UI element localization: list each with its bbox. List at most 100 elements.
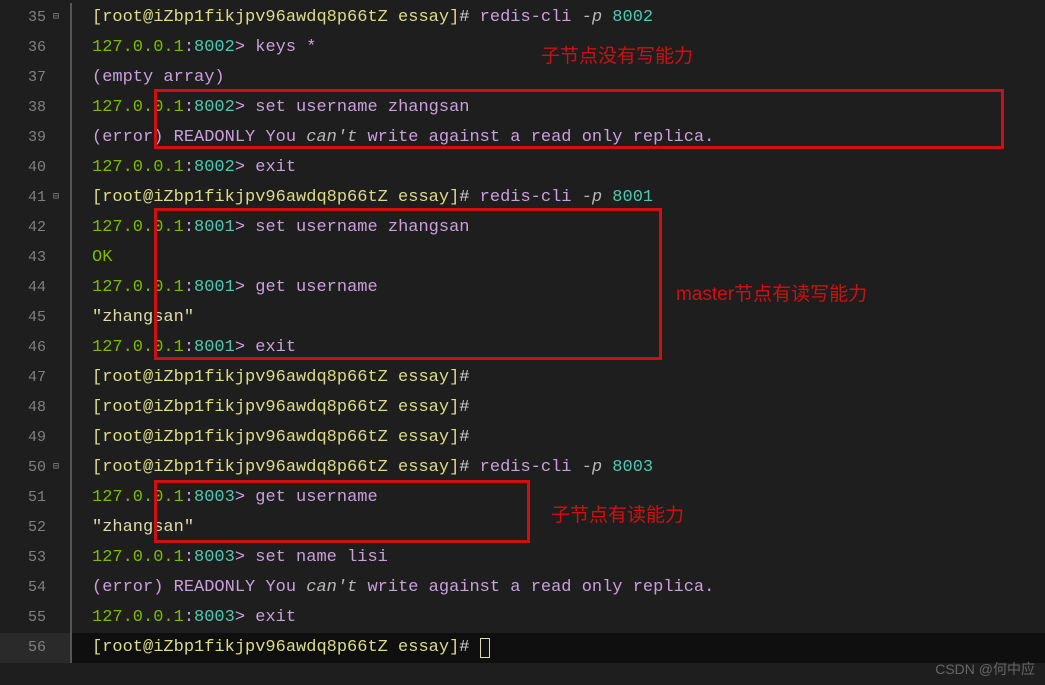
code-line[interactable]: 127.0.0.1:8003> get username — [70, 483, 1045, 513]
token-flag: -p — [582, 3, 602, 33]
token-text: set username zhangsan — [255, 213, 469, 243]
token-prompt-port: 8003 — [194, 603, 235, 633]
token-hash: # — [459, 393, 469, 423]
code-line[interactable]: "zhangsan" — [70, 513, 1045, 543]
token-ip: 127.0.0.1 — [92, 33, 184, 63]
token-bracket: ] — [449, 453, 459, 483]
line-number: 38⊟ — [0, 93, 70, 123]
line-number: 51⊟ — [0, 483, 70, 513]
code-line[interactable]: 127.0.0.1:8001> exit — [70, 333, 1045, 363]
token-bracket: [ — [92, 393, 102, 423]
code-line[interactable]: [root@iZbp1fikjpv96awdq8p66tZ essay]# re… — [70, 453, 1045, 483]
token-bracket: [ — [92, 3, 102, 33]
token-bracket: [ — [92, 183, 102, 213]
code-line[interactable]: 127.0.0.1:8003> set name lisi — [70, 543, 1045, 573]
code-line[interactable]: [root@iZbp1fikjpv96awdq8p66tZ essay]# — [70, 363, 1045, 393]
token-gt: > — [235, 273, 255, 303]
code-line[interactable]: 127.0.0.1:8001> set username zhangsan — [70, 213, 1045, 243]
token-gt: > — [235, 603, 255, 633]
line-number: 43⊟ — [0, 243, 70, 273]
token-root: root@iZbp1fikjpv96awdq8p66tZ essay — [102, 363, 449, 393]
token-bracket: [ — [92, 423, 102, 453]
token-text: get username — [255, 273, 377, 303]
token-gt: > — [235, 483, 255, 513]
line-number: 39⊟ — [0, 123, 70, 153]
token-colon: : — [184, 483, 194, 513]
token-bracket: [ — [92, 633, 102, 663]
token-ip: 127.0.0.1 — [92, 273, 184, 303]
token-text: READONLY You — [174, 123, 307, 153]
token-text: exit — [255, 333, 296, 363]
fold-icon[interactable]: ⊟ — [50, 462, 62, 474]
token-flag: -p — [582, 453, 602, 483]
token-text: set name lisi — [255, 543, 388, 573]
token-ip: 127.0.0.1 — [92, 333, 184, 363]
token-bracket: [ — [92, 363, 102, 393]
token-bracket: [ — [92, 453, 102, 483]
token-root: root@iZbp1fikjpv96awdq8p66tZ essay — [102, 3, 449, 33]
line-number: 55⊟ — [0, 603, 70, 633]
token-paren: ( — [92, 63, 102, 93]
code-area[interactable]: 子节点没有写能力master节点有读写能力子节点有读能力 [root@iZbp1… — [70, 0, 1045, 685]
token-colon: : — [184, 33, 194, 63]
token-gt: > — [235, 333, 255, 363]
code-line[interactable]: 127.0.0.1:8002> set username zhangsan — [70, 93, 1045, 123]
line-number: 47⊟ — [0, 363, 70, 393]
token-cant: can't — [306, 123, 357, 153]
fold-icon[interactable]: ⊟ — [50, 192, 62, 204]
line-number: 53⊟ — [0, 543, 70, 573]
token-text: get username — [255, 483, 377, 513]
code-line[interactable]: 127.0.0.1:8002> keys * — [70, 33, 1045, 63]
line-number: 49⊟ — [0, 423, 70, 453]
token-hash: # — [459, 3, 479, 33]
token-ip: 127.0.0.1 — [92, 93, 184, 123]
line-number: 36⊟ — [0, 33, 70, 63]
line-number: 46⊟ — [0, 333, 70, 363]
code-line[interactable]: 127.0.0.1:8002> exit — [70, 153, 1045, 183]
token-prompt-port: 8002 — [194, 153, 235, 183]
token-text: write against a read only replica. — [357, 573, 714, 603]
token-colon: : — [184, 273, 194, 303]
token-bracket: ] — [449, 423, 459, 453]
token-port: 8001 — [602, 183, 653, 213]
token-hash: # — [459, 363, 469, 393]
token-prompt-port: 8001 — [194, 273, 235, 303]
token-paren: ) — [153, 123, 173, 153]
code-line[interactable]: [root@iZbp1fikjpv96awdq8p66tZ essay]# re… — [70, 183, 1045, 213]
code-line[interactable]: [root@iZbp1fikjpv96awdq8p66tZ essay]# — [70, 423, 1045, 453]
token-root: root@iZbp1fikjpv96awdq8p66tZ essay — [102, 453, 449, 483]
token-prompt-port: 8001 — [194, 333, 235, 363]
code-line[interactable]: 127.0.0.1:8001> get username — [70, 273, 1045, 303]
token-hash: # — [459, 183, 479, 213]
token-gt: > — [235, 213, 255, 243]
token-cmd: redis-cli — [480, 3, 582, 33]
token-port: 8002 — [602, 3, 653, 33]
code-line[interactable]: "zhangsan" — [70, 303, 1045, 333]
code-line[interactable]: 127.0.0.1:8003> exit — [70, 603, 1045, 633]
token-text: exit — [255, 603, 296, 633]
token-str: "zhangsan" — [92, 303, 194, 333]
line-number: 54⊟ — [0, 573, 70, 603]
token-root: root@iZbp1fikjpv96awdq8p66tZ essay — [102, 423, 449, 453]
code-line[interactable]: [root@iZbp1fikjpv96awdq8p66tZ essay]# re… — [70, 3, 1045, 33]
code-line[interactable]: [root@iZbp1fikjpv96awdq8p66tZ essay]# — [70, 393, 1045, 423]
token-colon: : — [184, 213, 194, 243]
code-line[interactable]: (error) READONLY You can't write against… — [70, 573, 1045, 603]
token-prompt-port: 8002 — [194, 93, 235, 123]
watermark: CSDN @何中应 — [935, 657, 1035, 682]
line-number: 40⊟ — [0, 153, 70, 183]
code-line[interactable]: OK — [70, 243, 1045, 273]
code-line[interactable]: (error) READONLY You can't write against… — [70, 123, 1045, 153]
line-number: 35⊟ — [0, 3, 70, 33]
line-number: 41⊟ — [0, 183, 70, 213]
code-line[interactable]: (empty array) — [70, 63, 1045, 93]
token-ip: 127.0.0.1 — [92, 153, 184, 183]
code-line[interactable]: [root@iZbp1fikjpv96awdq8p66tZ essay]# — [70, 633, 1045, 663]
token-gt: > — [235, 33, 255, 63]
token-ip: 127.0.0.1 — [92, 213, 184, 243]
token-bracket: ] — [449, 3, 459, 33]
fold-icon[interactable]: ⊟ — [50, 12, 62, 24]
token-flag: -p — [582, 183, 602, 213]
terminal-editor: 35⊟36⊟37⊟38⊟39⊟40⊟41⊟42⊟43⊟44⊟45⊟46⊟47⊟4… — [0, 0, 1045, 685]
token-error: error — [102, 123, 153, 153]
